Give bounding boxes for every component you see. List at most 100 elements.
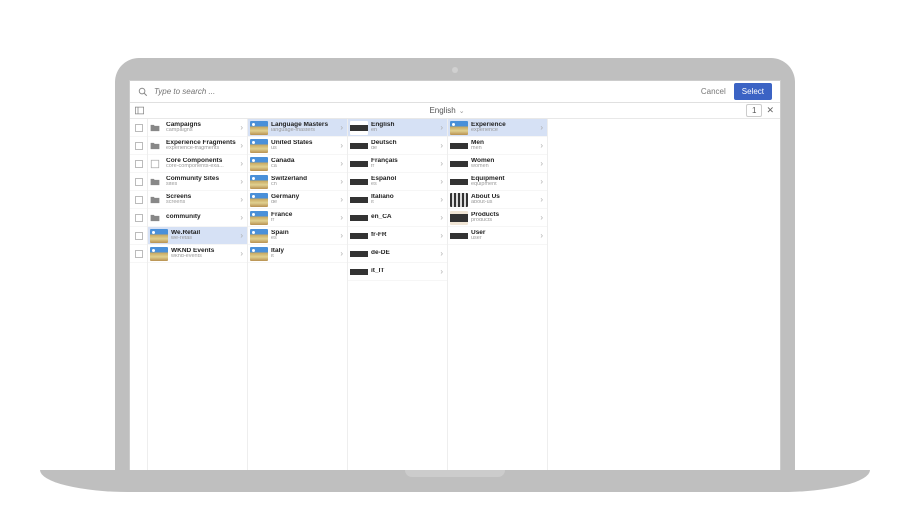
- list-item[interactable]: Italyit›: [248, 245, 347, 263]
- list-item[interactable]: United Statesus›: [248, 137, 347, 155]
- list-item[interactable]: Productsproducts›: [448, 209, 547, 227]
- list-item[interactable]: Womenwomen›: [448, 155, 547, 173]
- item-sub: wknd-events: [171, 254, 238, 260]
- chevron-right-icon: ›: [238, 195, 245, 204]
- item-sub: fr: [371, 164, 438, 170]
- item-title: community: [166, 214, 238, 221]
- list-item[interactable]: it_IT›: [348, 263, 447, 281]
- folder-icon: [150, 176, 162, 188]
- list-item[interactable]: We.Retailwe-retail›: [148, 227, 247, 245]
- chevron-right-icon: ›: [538, 195, 545, 204]
- row-checkbox[interactable]: [130, 155, 147, 173]
- search-icon: [138, 87, 148, 97]
- thumbnail: [350, 247, 368, 261]
- selection-count: 1: [746, 104, 762, 117]
- list-item[interactable]: fr-FR›: [348, 227, 447, 245]
- column-toggle-icon[interactable]: [130, 106, 148, 115]
- chevron-right-icon: ›: [238, 141, 245, 150]
- thumbnail: [250, 121, 268, 135]
- chevron-right-icon: ›: [538, 231, 545, 240]
- chevron-right-icon: ›: [438, 159, 445, 168]
- list-item[interactable]: Françaisfr›: [348, 155, 447, 173]
- list-item[interactable]: Community Sitessites›: [148, 173, 247, 191]
- item-sub: screens: [166, 200, 238, 206]
- box-icon: [150, 158, 162, 170]
- list-item[interactable]: Experience Fragmentsexperience-fragments…: [148, 137, 247, 155]
- list-item[interactable]: WKND Eventswknd-events›: [148, 245, 247, 263]
- list-item[interactable]: Francefr›: [248, 209, 347, 227]
- chevron-right-icon: ›: [238, 177, 245, 186]
- thumbnail: [350, 193, 368, 207]
- breadcrumb-label[interactable]: English⌄: [148, 106, 746, 115]
- breadcrumb-bar: English⌄ 1 ✕: [130, 103, 780, 119]
- thumbnail: [350, 121, 368, 135]
- select-button[interactable]: Select: [734, 83, 772, 100]
- laptop-base: [40, 470, 870, 492]
- list-item[interactable]: en_CA›: [348, 209, 447, 227]
- list-item[interactable]: Useruser›: [448, 227, 547, 245]
- close-icon[interactable]: ✕: [766, 105, 774, 116]
- row-checkbox[interactable]: [130, 119, 147, 137]
- row-checkbox[interactable]: [130, 191, 147, 209]
- chevron-right-icon: ›: [438, 267, 445, 276]
- list-item[interactable]: Spaines›: [248, 227, 347, 245]
- list-item[interactable]: Menmen›: [448, 137, 547, 155]
- item-sub: es: [371, 182, 438, 188]
- item-title: en_CA: [371, 214, 438, 221]
- row-checkbox[interactable]: [130, 245, 147, 263]
- list-item[interactable]: de-DE›: [348, 245, 447, 263]
- list-item[interactable]: Screensscreens›: [148, 191, 247, 209]
- list-item[interactable]: Englishen›: [348, 119, 447, 137]
- app-window: Cancel Select English⌄ 1 ✕ Campaignscamp…: [129, 80, 781, 475]
- list-item[interactable]: Core Componentscore-components-exa...›: [148, 155, 247, 173]
- item-sub: campaigns: [166, 128, 238, 134]
- list-item[interactable]: Germanyde›: [248, 191, 347, 209]
- thumbnail: [350, 175, 368, 189]
- row-checkbox[interactable]: [130, 227, 147, 245]
- chevron-right-icon: ›: [238, 213, 245, 222]
- list-item[interactable]: Canadaca›: [248, 155, 347, 173]
- thumbnail: [250, 247, 268, 261]
- list-item[interactable]: Switzerlandch›: [248, 173, 347, 191]
- chevron-right-icon: ›: [238, 249, 245, 258]
- item-title: de-DE: [371, 250, 438, 257]
- chevron-right-icon: ›: [438, 177, 445, 186]
- folder-icon: [150, 212, 162, 224]
- chevron-right-icon: ›: [438, 249, 445, 258]
- chevron-right-icon: ›: [438, 213, 445, 222]
- thumbnail: [150, 247, 168, 261]
- list-item[interactable]: community›: [148, 209, 247, 227]
- thumbnail: [250, 175, 268, 189]
- top-bar: Cancel Select: [130, 81, 780, 103]
- item-sub: us: [271, 146, 338, 152]
- laptop-bezel: Cancel Select English⌄ 1 ✕ Campaignscamp…: [115, 58, 795, 478]
- list-item[interactable]: Campaignscampaigns›: [148, 119, 247, 137]
- list-item[interactable]: Experienceexperience›: [448, 119, 547, 137]
- cancel-button[interactable]: Cancel: [701, 87, 726, 96]
- chevron-down-icon: ⌄: [459, 108, 465, 115]
- chevron-right-icon: ›: [338, 231, 345, 240]
- search-input[interactable]: [154, 87, 701, 96]
- chevron-right-icon: ›: [238, 159, 245, 168]
- thumbnail: [450, 229, 468, 243]
- list-item[interactable]: Deutschde›: [348, 137, 447, 155]
- list-item[interactable]: Españoles›: [348, 173, 447, 191]
- thumbnail: [250, 193, 268, 207]
- item-sub: fr: [271, 218, 338, 224]
- item-sub: en: [371, 128, 438, 134]
- chevron-right-icon: ›: [238, 123, 245, 132]
- list-item[interactable]: Language Masterslanguage-masters›: [248, 119, 347, 137]
- row-checkbox[interactable]: [130, 137, 147, 155]
- chevron-right-icon: ›: [438, 123, 445, 132]
- row-checkbox[interactable]: [130, 173, 147, 191]
- list-item[interactable]: Equipmentequipment›: [448, 173, 547, 191]
- chevron-right-icon: ›: [438, 195, 445, 204]
- chevron-right-icon: ›: [538, 123, 545, 132]
- thumbnail: [350, 157, 368, 171]
- thumbnail: [250, 139, 268, 153]
- item-sub: it: [271, 254, 338, 260]
- list-item[interactable]: About Usabout-us›: [448, 191, 547, 209]
- item-sub: es: [271, 236, 338, 242]
- row-checkbox[interactable]: [130, 209, 147, 227]
- list-item[interactable]: Italianoit›: [348, 191, 447, 209]
